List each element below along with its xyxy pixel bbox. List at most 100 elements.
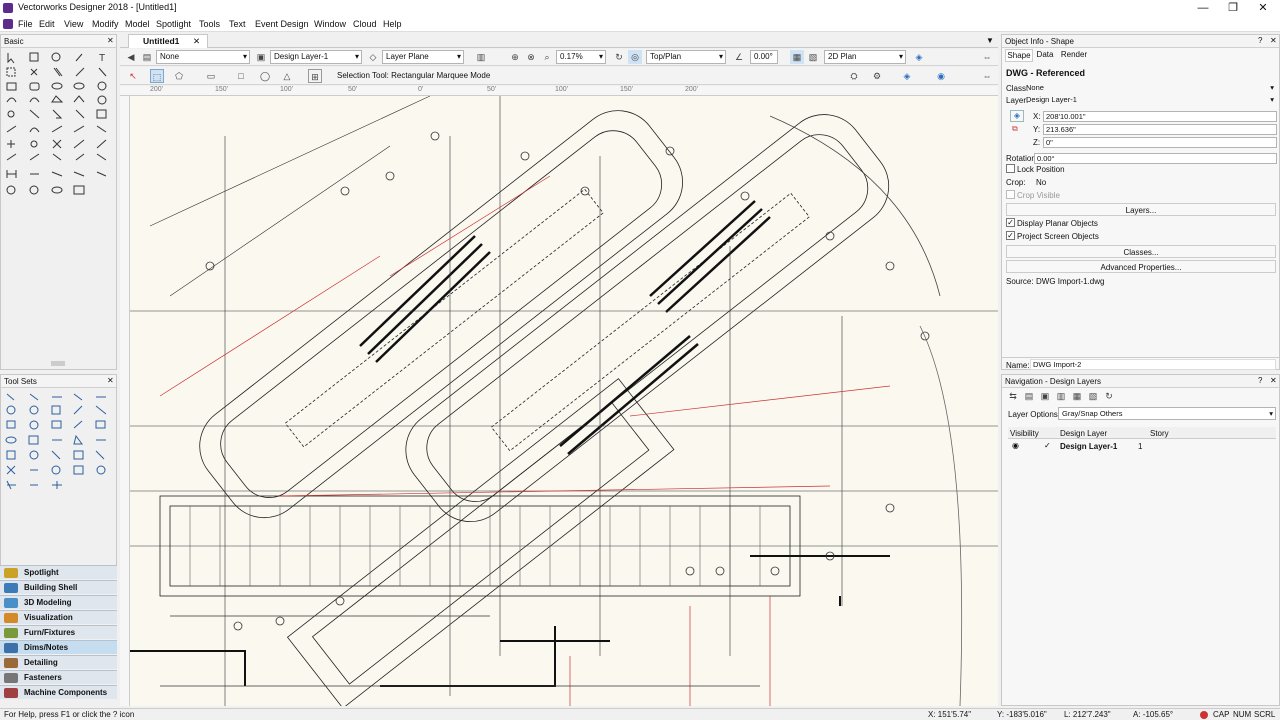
x-field[interactable]: 208'10.001" <box>1043 111 1277 122</box>
table-row[interactable]: ◉ ✓ Design Layer-1 1 <box>1008 441 1276 453</box>
class-select[interactable]: None ▾ <box>1026 83 1276 93</box>
app-menu-icon[interactable] <box>3 19 13 29</box>
restore-button[interactable]: ❐ <box>1217 0 1249 16</box>
zoom-select[interactable]: 0.17% ▾ <box>556 50 606 64</box>
standard-view-icon[interactable]: ▥ <box>474 50 488 64</box>
nav-new-icon[interactable]: ▤ <box>1022 389 1036 403</box>
close-icon[interactable]: ✕ <box>107 376 114 385</box>
tab-data[interactable]: Data <box>1033 49 1057 62</box>
crop-visible-checkbox[interactable] <box>1006 190 1015 199</box>
layers-button[interactable]: Layers... <box>1006 203 1276 216</box>
close-icon[interactable]: ✕ <box>1270 376 1277 385</box>
nav-stack-icon[interactable]: ▦ <box>1070 389 1084 403</box>
tab-dropdown-icon[interactable]: ▼ <box>986 36 994 45</box>
class-select[interactable]: None ▾ <box>156 50 250 64</box>
layer-select[interactable]: Design Layer-1 ▾ <box>270 50 362 64</box>
tool-set-spotlight[interactable]: Spotlight <box>0 565 117 579</box>
tab-shape[interactable]: Shape <box>1005 49 1033 62</box>
z-field[interactable]: 0" <box>1043 137 1277 148</box>
tab-render[interactable]: Render <box>1059 49 1089 62</box>
menu-model[interactable]: Model <box>125 17 150 31</box>
tool-set-dims-notes[interactable]: Dims/Notes <box>0 640 117 654</box>
resize-grip[interactable] <box>51 361 65 366</box>
close-button[interactable]: ✕ <box>1247 0 1279 16</box>
col-visibility[interactable]: Visibility <box>1010 429 1039 438</box>
layer-select[interactable]: Design Layer-1 ▾ <box>1026 95 1276 105</box>
select-mode-icon[interactable]: ↖ <box>126 69 140 83</box>
settings-icon[interactable]: ⚙ <box>870 69 884 83</box>
options-icon[interactable]: ⊞ <box>308 69 322 83</box>
advanced-properties-button[interactable]: Advanced Properties... <box>1006 260 1276 273</box>
nav-layers-icon[interactable]: ⇆ <box>1006 389 1020 403</box>
project-screen-checkbox[interactable]: ✓ <box>1006 231 1015 240</box>
zoom-icon[interactable]: ⌕ <box>540 50 554 64</box>
display-planar-checkbox[interactable]: ✓ <box>1006 218 1015 227</box>
close-icon[interactable]: ✕ <box>1270 36 1277 45</box>
classes-button[interactable]: Classes... <box>1006 245 1276 258</box>
tab-untitled1[interactable]: Untitled1 ✕ <box>128 34 208 48</box>
tool-set-fasteners[interactable]: Fasteners <box>0 670 117 684</box>
rotation-field[interactable]: 0.00° <box>1034 153 1277 164</box>
col-design-layer[interactable]: Design Layer <box>1060 429 1107 438</box>
visibility-icon[interactable]: ◈ <box>912 50 926 64</box>
modebar-menu-icon[interactable]: ⇔ <box>980 69 994 83</box>
globe-icon[interactable]: ◉ <box>934 69 948 83</box>
render-options-icon[interactable]: ▧ <box>806 50 820 64</box>
tool-set-icons[interactable] <box>4 390 114 490</box>
render-select[interactable]: 2D Plan ▾ <box>824 50 906 64</box>
layer-options-select[interactable]: Gray/Snap Others ▾ <box>1058 407 1276 420</box>
angle-field[interactable]: 0.00° <box>750 50 778 64</box>
menu-view[interactable]: View <box>64 17 83 31</box>
menu-modify[interactable]: Modify <box>92 17 119 31</box>
tool-set-machine-components[interactable]: Machine Components <box>0 685 117 699</box>
nav-delete-icon[interactable]: ▧ <box>1086 389 1100 403</box>
name-field[interactable]: DWG Import-2 <box>1030 359 1276 370</box>
minimize-button[interactable]: — <box>1187 0 1219 16</box>
flyover-icon[interactable]: ↻ <box>612 50 626 64</box>
view-icon[interactable]: ◎ <box>628 50 642 64</box>
lasso-icon[interactable]: ▭ <box>204 69 218 83</box>
tool-set-detailing[interactable]: Detailing <box>0 655 117 669</box>
polygon-mode-icon[interactable]: △ <box>280 69 294 83</box>
nav-refresh-icon[interactable]: ↻ <box>1102 389 1116 403</box>
menu-window[interactable]: Window <box>314 17 346 31</box>
drawing-canvas[interactable] <box>130 96 998 706</box>
view-select[interactable]: Top/Plan ▾ <box>646 50 726 64</box>
polygon-marquee-icon[interactable]: ⬠ <box>172 69 186 83</box>
layers-icon[interactable]: ◈ <box>900 69 914 83</box>
nav-edit-icon[interactable]: ▣ <box>1038 389 1052 403</box>
col-story[interactable]: Story <box>1150 429 1169 438</box>
rectangular-marquee-icon[interactable]: ⬚ <box>150 69 164 83</box>
menu-help[interactable]: Help <box>383 17 402 31</box>
zoom-in-icon[interactable]: ⊗ <box>524 50 538 64</box>
menu-event-design[interactable]: Event Design <box>255 17 309 31</box>
site-plan-drawing[interactable] <box>130 96 998 706</box>
render-mode-icon[interactable]: ▦ <box>790 50 804 64</box>
tool-set-building-shell[interactable]: Building Shell <box>0 580 117 594</box>
snap-icon[interactable]: ⛭ <box>847 69 861 83</box>
basic-tools-icon[interactable]: T <box>4 50 114 200</box>
zoom-fit-icon[interactable]: ⊕ <box>508 50 522 64</box>
tool-set-visualization[interactable]: Visualization <box>0 610 117 624</box>
lasso-mode-icon[interactable]: ◯ <box>258 69 272 83</box>
select-all-icon[interactable]: □ <box>234 69 248 83</box>
visibility-eye-icon[interactable]: ◉ <box>1012 441 1019 450</box>
y-field[interactable]: 213.636" <box>1043 124 1277 135</box>
back-icon[interactable]: ◀ <box>124 50 138 64</box>
nav-duplicate-icon[interactable]: ▥ <box>1054 389 1068 403</box>
menu-spotlight[interactable]: Spotlight <box>156 17 191 31</box>
close-tab-icon[interactable]: ✕ <box>193 35 200 48</box>
menu-cloud[interactable]: Cloud <box>353 17 377 31</box>
help-icon[interactable]: ? <box>1258 36 1262 45</box>
help-icon[interactable]: ? <box>1258 376 1262 385</box>
menu-edit[interactable]: Edit <box>39 17 55 31</box>
viewbar-menu-icon[interactable]: ⇔ <box>980 50 994 64</box>
menu-file[interactable]: File <box>18 17 33 31</box>
tool-set-furn-fixtures[interactable]: Furn/Fixtures <box>0 625 117 639</box>
menu-text[interactable]: Text <box>229 17 246 31</box>
lock-position-checkbox[interactable] <box>1006 164 1015 173</box>
menu-tools[interactable]: Tools <box>199 17 220 31</box>
position-box-icon[interactable]: ◈ <box>1010 110 1024 122</box>
tool-set-3d-modeling[interactable]: 3D Modeling <box>0 595 117 609</box>
close-icon[interactable]: ✕ <box>107 36 114 45</box>
